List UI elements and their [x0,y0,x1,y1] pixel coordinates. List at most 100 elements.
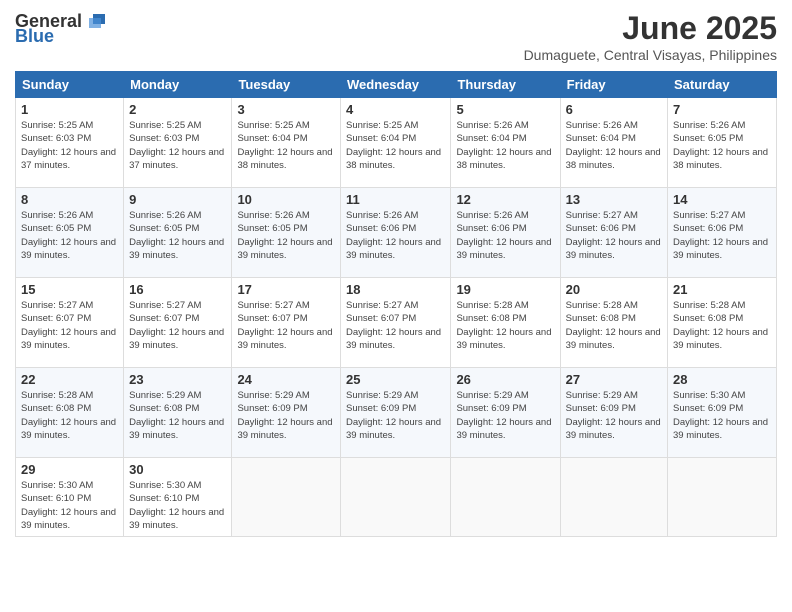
day-number: 8 [21,192,118,207]
calendar-cell [451,458,560,537]
subtitle: Dumaguete, Central Visayas, Philippines [524,47,777,63]
day-info: Sunrise: 5:28 AM Sunset: 6:08 PM Dayligh… [673,299,771,352]
day-info: Sunrise: 5:26 AM Sunset: 6:04 PM Dayligh… [456,119,554,172]
day-info: Sunrise: 5:26 AM Sunset: 6:05 PM Dayligh… [237,209,335,262]
day-number: 30 [129,462,226,477]
calendar-cell: 17 Sunrise: 5:27 AM Sunset: 6:07 PM Dayl… [232,278,341,368]
day-info: Sunrise: 5:27 AM Sunset: 6:07 PM Dayligh… [237,299,335,352]
calendar-cell: 24 Sunrise: 5:29 AM Sunset: 6:09 PM Dayl… [232,368,341,458]
day-info: Sunrise: 5:25 AM Sunset: 6:03 PM Dayligh… [129,119,226,172]
day-info: Sunrise: 5:30 AM Sunset: 6:09 PM Dayligh… [673,389,771,442]
day-info: Sunrise: 5:28 AM Sunset: 6:08 PM Dayligh… [456,299,554,352]
calendar-cell: 7 Sunrise: 5:26 AM Sunset: 6:05 PM Dayli… [668,98,777,188]
header-thursday: Thursday [451,72,560,98]
day-number: 5 [456,102,554,117]
calendar-header-row: Sunday Monday Tuesday Wednesday Thursday… [16,72,777,98]
day-number: 11 [346,192,445,207]
day-number: 16 [129,282,226,297]
header-friday: Friday [560,72,667,98]
title-area: June 2025 Dumaguete, Central Visayas, Ph… [524,10,777,63]
logo: General Blue [15,10,107,47]
day-number: 23 [129,372,226,387]
day-number: 27 [566,372,662,387]
day-number: 10 [237,192,335,207]
day-number: 14 [673,192,771,207]
day-info: Sunrise: 5:29 AM Sunset: 6:09 PM Dayligh… [456,389,554,442]
calendar-cell: 27 Sunrise: 5:29 AM Sunset: 6:09 PM Dayl… [560,368,667,458]
header: General Blue June 2025 Dumaguete, Centra… [15,10,777,63]
day-info: Sunrise: 5:26 AM Sunset: 6:05 PM Dayligh… [21,209,118,262]
calendar-cell [232,458,341,537]
calendar-cell: 21 Sunrise: 5:28 AM Sunset: 6:08 PM Dayl… [668,278,777,368]
day-number: 1 [21,102,118,117]
calendar-cell [341,458,451,537]
day-info: Sunrise: 5:26 AM Sunset: 6:06 PM Dayligh… [346,209,445,262]
calendar-cell: 10 Sunrise: 5:26 AM Sunset: 6:05 PM Dayl… [232,188,341,278]
calendar-cell: 8 Sunrise: 5:26 AM Sunset: 6:05 PM Dayli… [16,188,124,278]
calendar-cell: 22 Sunrise: 5:28 AM Sunset: 6:08 PM Dayl… [16,368,124,458]
calendar-cell: 6 Sunrise: 5:26 AM Sunset: 6:04 PM Dayli… [560,98,667,188]
day-info: Sunrise: 5:27 AM Sunset: 6:06 PM Dayligh… [566,209,662,262]
day-number: 12 [456,192,554,207]
day-info: Sunrise: 5:26 AM Sunset: 6:05 PM Dayligh… [129,209,226,262]
day-number: 19 [456,282,554,297]
day-number: 21 [673,282,771,297]
calendar-cell: 12 Sunrise: 5:26 AM Sunset: 6:06 PM Dayl… [451,188,560,278]
calendar-cell: 14 Sunrise: 5:27 AM Sunset: 6:06 PM Dayl… [668,188,777,278]
logo-blue-text: Blue [15,26,54,47]
calendar-cell: 25 Sunrise: 5:29 AM Sunset: 6:09 PM Dayl… [341,368,451,458]
calendar-cell [668,458,777,537]
calendar-cell: 23 Sunrise: 5:29 AM Sunset: 6:08 PM Dayl… [124,368,232,458]
calendar-cell: 19 Sunrise: 5:28 AM Sunset: 6:08 PM Dayl… [451,278,560,368]
day-info: Sunrise: 5:28 AM Sunset: 6:08 PM Dayligh… [21,389,118,442]
day-number: 13 [566,192,662,207]
calendar-cell [560,458,667,537]
header-tuesday: Tuesday [232,72,341,98]
day-number: 20 [566,282,662,297]
day-info: Sunrise: 5:25 AM Sunset: 6:04 PM Dayligh… [346,119,445,172]
page: General Blue June 2025 Dumaguete, Centra… [0,0,792,612]
day-info: Sunrise: 5:30 AM Sunset: 6:10 PM Dayligh… [21,479,118,532]
day-info: Sunrise: 5:28 AM Sunset: 6:08 PM Dayligh… [566,299,662,352]
day-info: Sunrise: 5:29 AM Sunset: 6:09 PM Dayligh… [566,389,662,442]
calendar-cell: 2 Sunrise: 5:25 AM Sunset: 6:03 PM Dayli… [124,98,232,188]
day-number: 6 [566,102,662,117]
day-number: 3 [237,102,335,117]
header-wednesday: Wednesday [341,72,451,98]
day-number: 7 [673,102,771,117]
day-number: 18 [346,282,445,297]
day-info: Sunrise: 5:29 AM Sunset: 6:08 PM Dayligh… [129,389,226,442]
calendar-cell: 18 Sunrise: 5:27 AM Sunset: 6:07 PM Dayl… [341,278,451,368]
day-info: Sunrise: 5:27 AM Sunset: 6:07 PM Dayligh… [346,299,445,352]
header-sunday: Sunday [16,72,124,98]
day-number: 28 [673,372,771,387]
calendar-cell: 28 Sunrise: 5:30 AM Sunset: 6:09 PM Dayl… [668,368,777,458]
day-info: Sunrise: 5:27 AM Sunset: 6:07 PM Dayligh… [21,299,118,352]
day-number: 26 [456,372,554,387]
main-title: June 2025 [524,10,777,47]
day-number: 29 [21,462,118,477]
calendar-table: Sunday Monday Tuesday Wednesday Thursday… [15,71,777,537]
header-saturday: Saturday [668,72,777,98]
day-info: Sunrise: 5:26 AM Sunset: 6:04 PM Dayligh… [566,119,662,172]
calendar-cell: 11 Sunrise: 5:26 AM Sunset: 6:06 PM Dayl… [341,188,451,278]
calendar-cell: 5 Sunrise: 5:26 AM Sunset: 6:04 PM Dayli… [451,98,560,188]
day-info: Sunrise: 5:29 AM Sunset: 6:09 PM Dayligh… [237,389,335,442]
day-number: 24 [237,372,335,387]
day-number: 25 [346,372,445,387]
day-info: Sunrise: 5:25 AM Sunset: 6:04 PM Dayligh… [237,119,335,172]
calendar-cell: 9 Sunrise: 5:26 AM Sunset: 6:05 PM Dayli… [124,188,232,278]
day-info: Sunrise: 5:27 AM Sunset: 6:07 PM Dayligh… [129,299,226,352]
calendar-cell: 26 Sunrise: 5:29 AM Sunset: 6:09 PM Dayl… [451,368,560,458]
day-info: Sunrise: 5:25 AM Sunset: 6:03 PM Dayligh… [21,119,118,172]
day-number: 4 [346,102,445,117]
calendar-cell: 16 Sunrise: 5:27 AM Sunset: 6:07 PM Dayl… [124,278,232,368]
calendar-cell: 30 Sunrise: 5:30 AM Sunset: 6:10 PM Dayl… [124,458,232,537]
calendar-cell: 3 Sunrise: 5:25 AM Sunset: 6:04 PM Dayli… [232,98,341,188]
calendar-cell: 1 Sunrise: 5:25 AM Sunset: 6:03 PM Dayli… [16,98,124,188]
logo-icon [85,10,107,32]
day-number: 22 [21,372,118,387]
day-number: 15 [21,282,118,297]
day-number: 9 [129,192,226,207]
day-info: Sunrise: 5:29 AM Sunset: 6:09 PM Dayligh… [346,389,445,442]
